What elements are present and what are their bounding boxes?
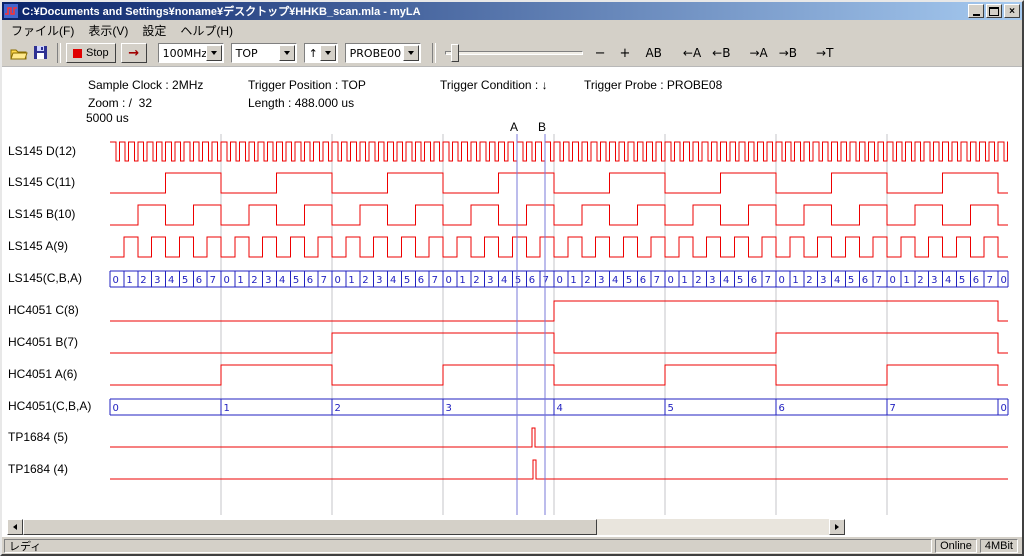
trigger-probe-select[interactable]: PROBE00 [345, 43, 421, 63]
channel-label-4[interactable]: LS145(C,B,A) [8, 271, 82, 285]
save-button[interactable] [30, 43, 52, 63]
chevron-down-icon [325, 51, 331, 55]
title-bar[interactable]: C:¥Documents and Settings¥noname¥デスクトップ¥… [2, 2, 1022, 20]
menu-bar: ファイル(F) 表示(V) 設定 ヘルプ(H) [2, 20, 1022, 40]
goto-marker-b-fwd-button[interactable]: →B [775, 44, 801, 62]
zoom-slider-track[interactable] [445, 51, 583, 55]
app-window: C:¥Documents and Settings¥noname¥デスクトップ¥… [0, 0, 1024, 556]
minimize-button[interactable] [968, 4, 984, 18]
zoom-slider-thumb[interactable] [451, 44, 459, 62]
status-message: レディ [4, 539, 932, 553]
arrow-left-icon [13, 524, 17, 530]
channel-label-10[interactable]: TP1684 (4) [8, 462, 68, 476]
dropdown-arrow-icon[interactable] [320, 45, 336, 61]
toolbar-separator [57, 43, 61, 63]
horizontal-scrollbar[interactable] [7, 519, 845, 535]
run-arrow-icon: → [128, 46, 139, 61]
goto-trigger-button[interactable]: →T [812, 44, 837, 62]
channel-label-2[interactable]: LS145 B(10) [8, 207, 75, 221]
sample-clock-info: Sample Clock : 2MHz [88, 78, 203, 92]
close-button[interactable]: × [1004, 4, 1020, 18]
trigger-position-value: TOP [232, 47, 279, 60]
stop-label: Stop [86, 47, 109, 59]
scrollbar-track[interactable] [597, 519, 829, 535]
zoom-out-button[interactable]: − [591, 44, 610, 63]
menu-help[interactable]: ヘルプ(H) [173, 20, 240, 41]
goto-marker-a-back-button[interactable]: ←A [679, 44, 705, 62]
zoom-info: Zoom : / 32 [88, 96, 152, 110]
floppy-save-icon [34, 46, 48, 60]
window-title: C:¥Documents and Settings¥noname¥デスクトップ¥… [22, 3, 966, 19]
menu-file[interactable]: ファイル(F) [4, 20, 81, 41]
toolbar: Stop → 100MHz TOP ↑ PROBE00 − + AB ←A [2, 40, 1022, 67]
channel-label-8[interactable]: HC4051(C,B,A) [8, 399, 91, 413]
chevron-down-icon [284, 51, 290, 55]
status-online-badge: Online [935, 539, 977, 553]
status-memory-badge: 4MBit [980, 539, 1018, 553]
scroll-right-button[interactable] [829, 519, 845, 535]
channel-label-5[interactable]: HC4051 C(8) [8, 303, 79, 317]
toolbar-separator [432, 43, 436, 63]
channel-label-7[interactable]: HC4051 A(6) [8, 367, 77, 381]
channel-label-9[interactable]: TP1684 (5) [8, 430, 68, 444]
stop-icon [73, 49, 82, 58]
zoom-in-button[interactable]: + [616, 44, 635, 63]
stop-button[interactable]: Stop [66, 43, 116, 63]
folder-open-icon [10, 47, 28, 60]
close-icon: × [1009, 6, 1015, 17]
minimize-icon [973, 14, 980, 16]
trigger-edge-select[interactable]: ↑ [304, 43, 338, 63]
channel-label-6[interactable]: HC4051 B(7) [8, 335, 78, 349]
zoom-slider[interactable] [445, 42, 583, 64]
goto-marker-a-fwd-button[interactable]: →A [745, 44, 771, 62]
run-button[interactable]: → [121, 43, 147, 63]
trigger-probe-value: PROBE00 [346, 47, 403, 60]
trigger-position-select[interactable]: TOP [231, 43, 297, 63]
channel-label-1[interactable]: LS145 C(11) [8, 175, 75, 189]
status-bar: レディ Online 4MBit [2, 537, 1022, 554]
trigger-position-info: Trigger Position : TOP [248, 78, 366, 92]
dropdown-arrow-icon[interactable] [206, 45, 222, 61]
chevron-down-icon [408, 51, 414, 55]
open-file-button[interactable] [8, 43, 30, 63]
channel-label-3[interactable]: LS145 A(9) [8, 239, 68, 253]
dropdown-arrow-icon[interactable] [403, 45, 419, 61]
menu-settings[interactable]: 設定 [135, 20, 173, 41]
dropdown-arrow-icon[interactable] [279, 45, 295, 61]
length-info: Length : 488.000 us [248, 96, 354, 110]
arrow-right-icon [835, 524, 839, 530]
menu-view[interactable]: 表示(V) [81, 20, 135, 41]
waveform-workspace[interactable] [2, 67, 1022, 537]
time-window-label: 5000 us [86, 111, 129, 125]
trigger-probe-info: Trigger Probe : PROBE08 [584, 78, 722, 92]
chevron-down-icon [211, 51, 217, 55]
channel-label-0[interactable]: LS145 D(12) [8, 144, 76, 158]
scrollbar-thumb[interactable] [23, 519, 597, 535]
zoom-ab-button[interactable]: AB [641, 44, 665, 62]
maximize-icon [989, 7, 999, 16]
sample-clock-value: 100MHz [159, 47, 206, 60]
scroll-left-button[interactable] [7, 519, 23, 535]
goto-marker-b-back-button[interactable]: ←B [708, 44, 734, 62]
app-icon [4, 4, 18, 18]
maximize-button[interactable] [986, 4, 1002, 18]
sample-clock-select[interactable]: 100MHz [158, 43, 224, 63]
trigger-condition-info: Trigger Condition : ↓ [440, 78, 548, 92]
trigger-edge-value: ↑ [305, 47, 320, 60]
